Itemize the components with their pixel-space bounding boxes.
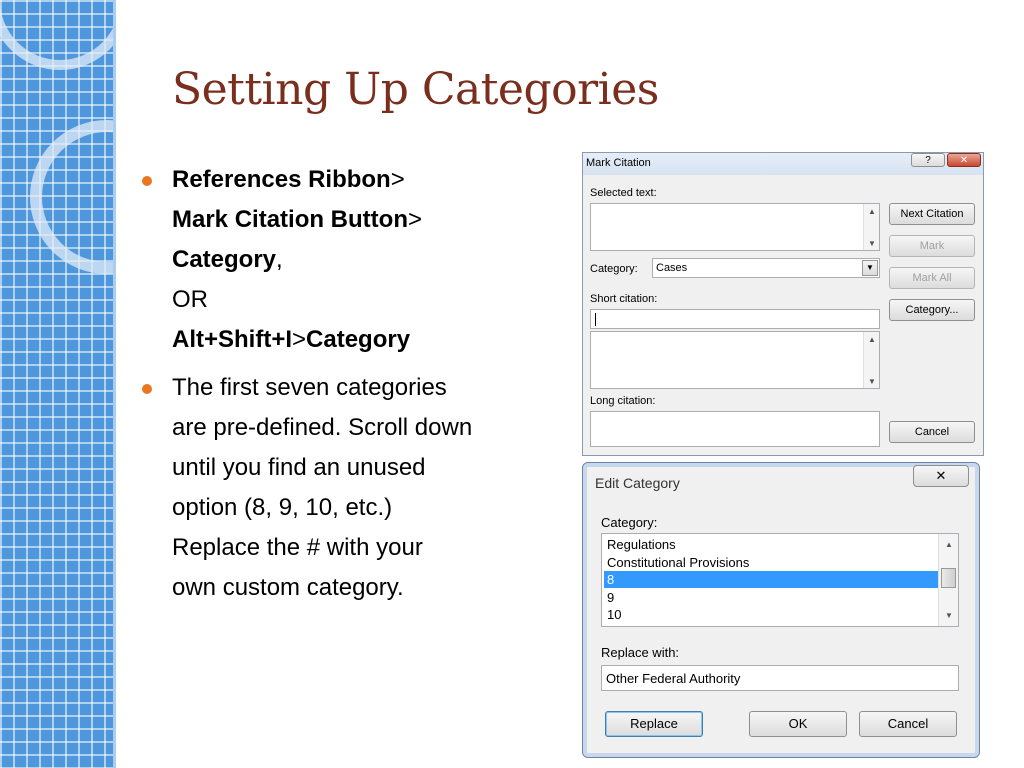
- separator: ,: [276, 246, 283, 273]
- bullet-dot: [142, 384, 152, 394]
- mark-button[interactable]: Mark: [889, 235, 975, 257]
- chevron-down-icon[interactable]: ▼: [862, 260, 878, 276]
- category-list-item[interactable]: 10: [604, 606, 940, 623]
- short-citation-input[interactable]: [590, 309, 880, 329]
- bold-text: References Ribbon: [172, 166, 391, 193]
- mark-all-button[interactable]: Mark All: [889, 267, 975, 289]
- bullet-item: References Ribbon> Mark Citation Button>…: [142, 160, 562, 360]
- long-citation-label: Long citation:: [590, 395, 656, 407]
- bullet-text: are pre-defined. Scroll down: [172, 414, 473, 441]
- bullet-dot: [142, 176, 152, 186]
- scrollbar[interactable]: ▲ ▼: [863, 332, 879, 388]
- category-button[interactable]: Category...: [889, 299, 975, 321]
- scroll-thumb[interactable]: [941, 568, 956, 588]
- replace-with-value: Other Federal Authority: [606, 671, 741, 686]
- decorative-grid-strip: [0, 0, 113, 768]
- mark-citation-dialog: Mark Citation ? ✕ Selected text: ▲ ▼ Cat…: [582, 152, 984, 456]
- bold-text: Mark Citation Button: [172, 206, 408, 233]
- scroll-down-icon[interactable]: ▼: [939, 611, 959, 620]
- short-citation-list[interactable]: ▲ ▼: [590, 331, 880, 389]
- category-list-item[interactable]: 8: [604, 571, 940, 588]
- bullet-text: option (8, 9, 10, etc.): [172, 494, 393, 521]
- category-select[interactable]: Cases ▼: [652, 258, 880, 278]
- separator: >: [292, 326, 307, 353]
- decorative-ring: [30, 120, 113, 274]
- category-select-value: Cases: [656, 262, 688, 274]
- replace-button[interactable]: Replace: [605, 711, 703, 737]
- dialog-title: Mark Citation: [586, 157, 651, 169]
- selected-text-label: Selected text:: [590, 187, 657, 199]
- bullet-text: The first seven categories: [172, 374, 447, 401]
- help-button[interactable]: ?: [911, 153, 945, 167]
- strip-edge: [113, 0, 116, 768]
- separator: >: [407, 206, 422, 233]
- bullet-item: The first seven categories are pre-defin…: [142, 368, 562, 608]
- separator: >: [390, 166, 405, 193]
- text-cursor: [595, 313, 596, 326]
- category-list-item[interactable]: Constitutional Provisions: [604, 554, 940, 571]
- scrollbar[interactable]: ▲ ▼: [863, 204, 879, 250]
- or-text: OR: [172, 286, 208, 313]
- long-citation-field[interactable]: [590, 411, 880, 447]
- replace-with-input[interactable]: Other Federal Authority: [601, 665, 959, 691]
- dialog-title: Edit Category: [595, 475, 680, 491]
- scroll-down-icon[interactable]: ▼: [864, 377, 880, 386]
- category-label: Category:: [601, 515, 658, 530]
- scroll-up-icon[interactable]: ▲: [864, 335, 880, 344]
- bold-text: Category: [172, 246, 277, 273]
- bold-text: Category: [306, 326, 411, 353]
- scroll-up-icon[interactable]: ▲: [864, 207, 880, 216]
- next-citation-button[interactable]: Next Citation: [889, 203, 975, 225]
- slide-title: Setting Up Categories: [172, 64, 659, 115]
- bullet-text: until you find an unused: [172, 454, 426, 481]
- close-button[interactable]: ✕: [947, 153, 981, 167]
- category-list-item[interactable]: Regulations: [604, 536, 940, 553]
- category-listbox[interactable]: Regulations Constitutional Provisions 8 9 10…: [601, 533, 959, 627]
- scroll-up-icon[interactable]: ▲: [939, 540, 959, 549]
- edit-category-dialog: Edit Category ✕ Category: Regulations Con…: [582, 462, 980, 758]
- scrollbar[interactable]: ▲ ▼: [938, 534, 958, 626]
- scroll-down-icon[interactable]: ▼: [864, 239, 880, 248]
- ok-button[interactable]: OK: [749, 711, 847, 737]
- replace-with-label: Replace with:: [601, 645, 680, 660]
- cancel-button[interactable]: Cancel: [889, 421, 975, 443]
- cancel-button[interactable]: Cancel: [859, 711, 957, 737]
- decorative-ring: [0, 0, 113, 70]
- category-label: Category:: [590, 263, 638, 275]
- selected-text-field[interactable]: ▲ ▼: [590, 203, 880, 251]
- close-button[interactable]: ✕: [913, 465, 969, 487]
- bold-text: Alt+Shift+I: [172, 326, 293, 353]
- bullet-text: Replace the # with your: [172, 534, 423, 561]
- bullet-text: own custom category.: [172, 574, 404, 601]
- bullet-list: References Ribbon> Mark Citation Button>…: [142, 160, 562, 616]
- short-citation-label: Short citation:: [590, 293, 658, 305]
- category-list-item[interactable]: 9: [604, 589, 940, 606]
